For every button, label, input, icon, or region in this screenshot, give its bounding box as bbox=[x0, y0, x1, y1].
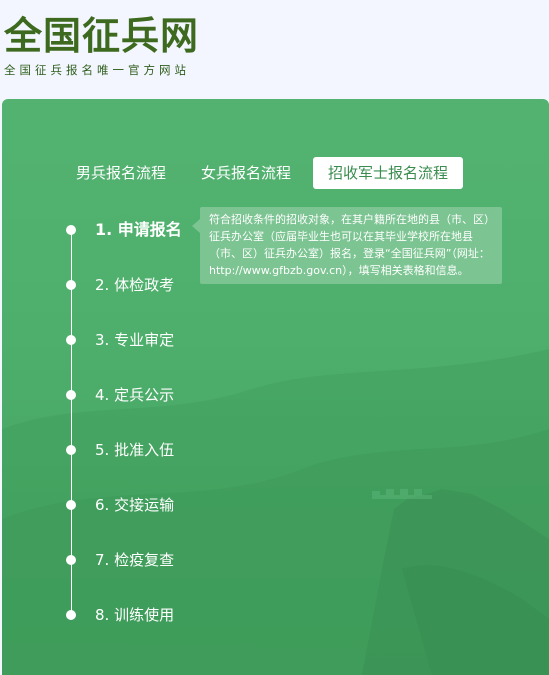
step-label: 6. 交接运输 bbox=[95, 496, 175, 514]
logo-subtitle: 全国征兵报名唯一官方网站 bbox=[4, 63, 190, 77]
step-label: 3. 专业审定 bbox=[95, 331, 175, 349]
process-tabs: 男兵报名流程 女兵报名流程 招收军士报名流程 bbox=[2, 157, 549, 189]
tab-female-process[interactable]: 女兵报名流程 bbox=[201, 157, 291, 189]
tab-male-process[interactable]: 男兵报名流程 bbox=[76, 157, 166, 189]
step-dot bbox=[66, 225, 76, 235]
step-dot bbox=[66, 555, 76, 565]
step-dot bbox=[66, 610, 76, 620]
step-dot bbox=[66, 335, 76, 345]
step-label: 7. 检疫复查 bbox=[95, 551, 175, 569]
step-dot bbox=[66, 445, 76, 455]
step-label: 4. 定兵公示 bbox=[95, 386, 175, 404]
step-dot bbox=[66, 500, 76, 510]
step-description: 符合招收条件的招收对象，在其户籍所在地的县（市、区）征兵办公室（应届毕业生也可以… bbox=[192, 207, 502, 284]
step-label: 5. 批准入伍 bbox=[95, 441, 175, 459]
step-label: 8. 训练使用 bbox=[95, 606, 175, 624]
logo-title: 全国征兵网 bbox=[4, 14, 200, 58]
step-label: 1. 申请报名 bbox=[95, 220, 182, 239]
step-label: 2. 体检政考 bbox=[95, 276, 175, 294]
process-panel: 男兵报名流程 女兵报名流程 招收军士报名流程 1. 申请报名 2. 体检政考 3… bbox=[2, 99, 549, 675]
step-dot bbox=[66, 390, 76, 400]
step-dot bbox=[66, 280, 76, 290]
tab-sergeant-process[interactable]: 招收军士报名流程 bbox=[313, 157, 464, 189]
